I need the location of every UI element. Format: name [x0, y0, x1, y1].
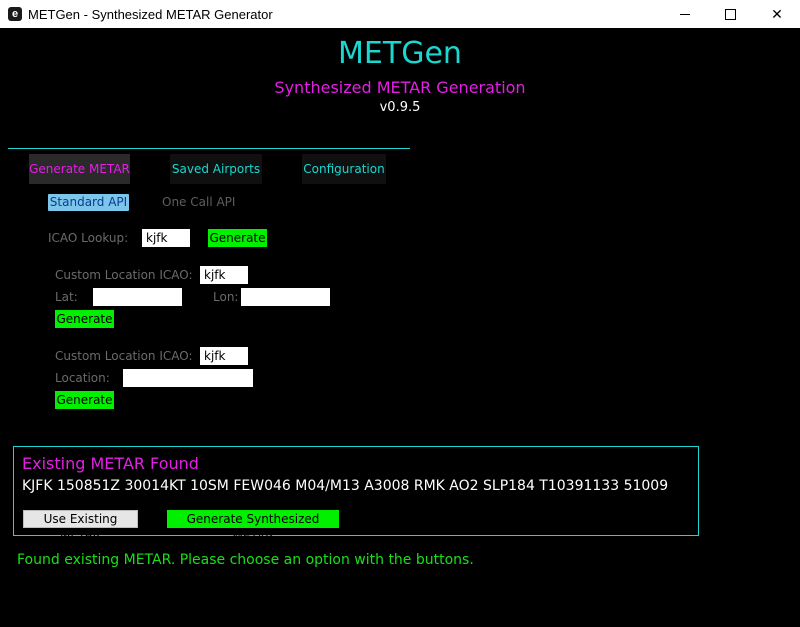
tab-one-call-api[interactable]: One Call API — [162, 194, 235, 211]
tab-standard-api[interactable]: Standard API — [48, 194, 129, 211]
location-label: Location: — [55, 371, 110, 385]
app-name: METGen — [338, 36, 462, 71]
app-version: v0.9.5 — [379, 100, 421, 115]
lat-label: Lat: — [55, 290, 78, 304]
close-icon: ✕ — [771, 5, 783, 22]
app-icon: e — [8, 7, 22, 21]
location-icao-label: Custom Location ICAO: — [55, 349, 193, 363]
icao-lookup-input[interactable] — [142, 229, 190, 247]
status-message: Found existing METAR. Please choose an o… — [17, 552, 474, 568]
tab-generate-metar[interactable]: Generate METAR — [29, 154, 130, 184]
window-title: METGen - Synthesized METAR Generator — [28, 7, 273, 22]
tab-saved-airports[interactable]: Saved Airports — [170, 154, 262, 184]
close-button[interactable]: ✕ — [754, 0, 800, 28]
minimize-button[interactable] — [662, 0, 708, 28]
icao-lookup-label: ICAO Lookup: — [48, 231, 129, 245]
metar-result-title: Existing METAR Found — [22, 454, 199, 473]
use-existing-metar-button[interactable]: Use Existing METAR — [23, 510, 138, 542]
location-icao-input[interactable] — [200, 347, 248, 365]
maximize-button[interactable] — [707, 0, 753, 28]
location-input[interactable] — [123, 369, 253, 387]
app-subtitle: Synthesized METAR Generation — [274, 78, 526, 97]
lon-input[interactable] — [241, 288, 330, 306]
maximize-icon — [724, 8, 736, 20]
latlon-icao-label: Custom Location ICAO: — [55, 268, 193, 282]
latlon-icao-input[interactable] — [200, 266, 248, 284]
lon-label: Lon: — [213, 290, 239, 304]
location-generate-button[interactable]: Generate — [55, 391, 114, 409]
tab-configuration[interactable]: Configuration — [302, 154, 386, 184]
icao-lookup-generate-button[interactable]: Generate — [208, 229, 267, 247]
metar-text: KJFK 150851Z 30014KT 10SM FEW046 M04/M13… — [22, 478, 669, 494]
generate-synthesized-metar-button[interactable]: Generate Synthesized METAR — [167, 510, 339, 544]
lat-input[interactable] — [93, 288, 182, 306]
window-titlebar: e METGen - Synthesized METAR Generator ✕ — [0, 0, 800, 28]
header-divider — [8, 148, 410, 149]
latlon-generate-button[interactable]: Generate — [55, 310, 114, 328]
minimize-icon — [680, 13, 690, 15]
